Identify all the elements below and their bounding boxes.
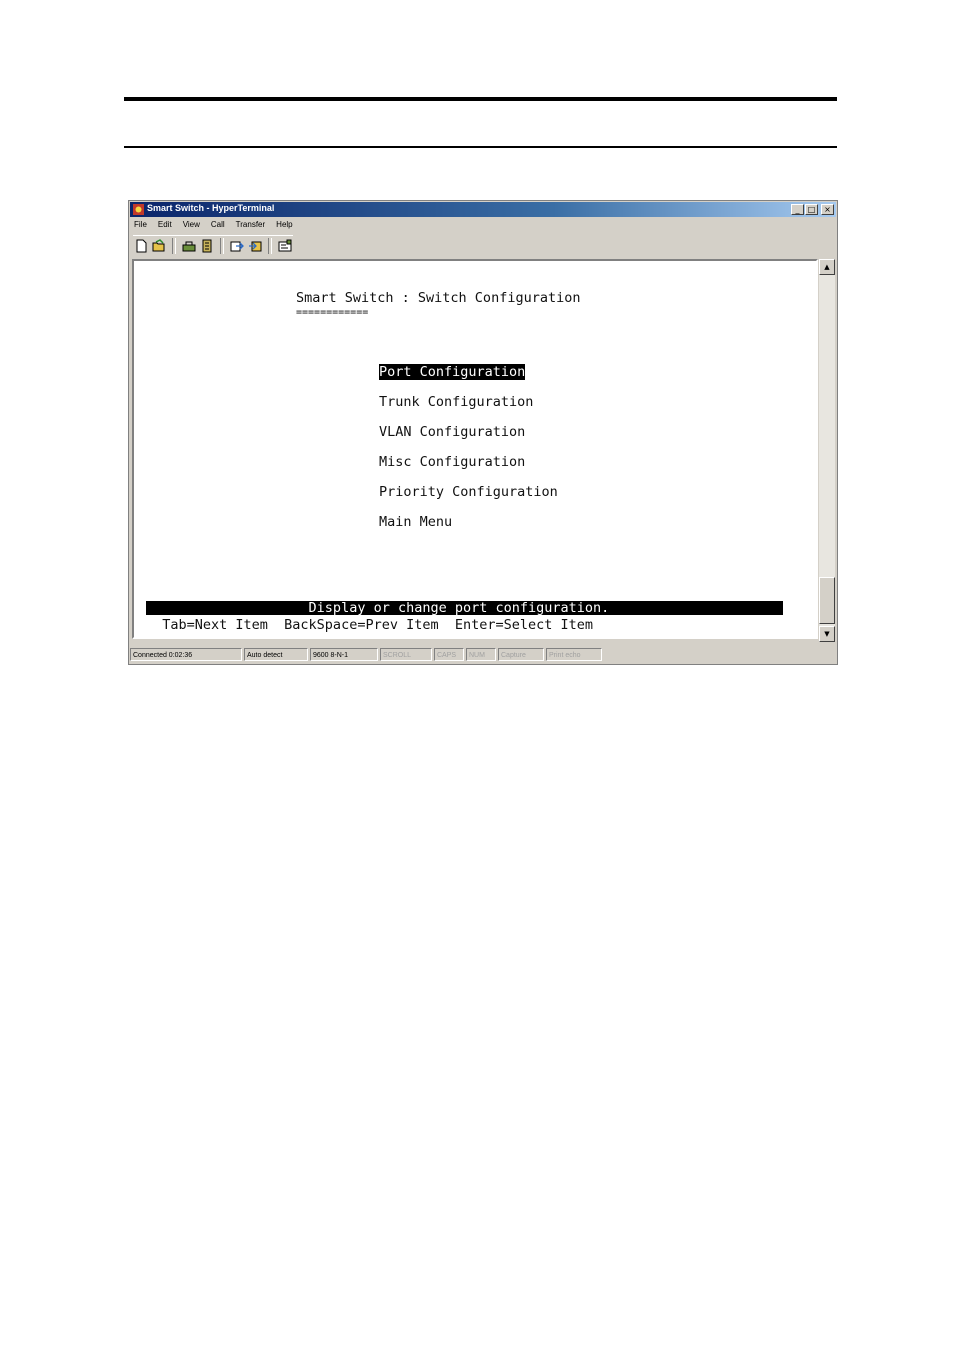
status-detect: Auto detect [244, 648, 308, 661]
new-icon [136, 239, 147, 253]
menu-view[interactable]: View [182, 219, 201, 232]
heading-underline: ============ [296, 307, 369, 318]
toolbar-separator [220, 238, 224, 254]
open-button[interactable] [151, 238, 167, 254]
scroll-up-arrow-icon[interactable]: ▲ [819, 259, 835, 275]
menu-item-main-menu[interactable]: Main Menu [379, 514, 452, 530]
new-connection-button[interactable] [133, 238, 149, 254]
menu-item-misc-configuration[interactable]: Misc Configuration [379, 454, 525, 470]
key-hints: Tab=Next Item BackSpace=Prev Item Enter=… [146, 617, 594, 633]
terminal-screen[interactable]: Smart Switch : Switch Configuration ====… [146, 265, 808, 633]
close-button[interactable]: × [821, 204, 834, 215]
menu-transfer[interactable]: Transfer [235, 219, 267, 232]
status-caps: CAPS [434, 648, 464, 661]
terminal-heading: Smart Switch : Switch Configuration [296, 290, 581, 306]
menu-call[interactable]: Call [210, 219, 226, 232]
properties-icon [278, 239, 292, 252]
connect-icon [182, 241, 196, 252]
receive-icon [249, 241, 262, 252]
hyperterminal-icon [133, 204, 144, 215]
send-button[interactable] [229, 238, 245, 254]
properties-button[interactable] [277, 238, 293, 254]
scroll-thumb[interactable] [819, 577, 835, 624]
menu-item-priority-configuration[interactable]: Priority Configuration [379, 484, 558, 500]
window-title: Smart Switch - HyperTerminal [147, 203, 275, 213]
menu-item-trunk-configuration[interactable]: Trunk Configuration [379, 394, 533, 410]
menu-bar: File Edit View Call Transfer Help [133, 219, 294, 232]
terminal-frame: Smart Switch : Switch Configuration ====… [132, 259, 818, 639]
toolbar [133, 235, 293, 256]
disconnect-icon [202, 239, 212, 253]
scroll-down-arrow-icon[interactable]: ▼ [819, 626, 835, 642]
menu-item-port-configuration[interactable]: Port Configuration [379, 364, 526, 380]
menu-help[interactable]: Help [275, 219, 293, 232]
status-connected: Connected 0:02:36 [130, 648, 242, 661]
status-capture: Capture [498, 648, 544, 661]
disconnect-button[interactable] [199, 238, 215, 254]
top-rule [124, 97, 837, 101]
hyperterminal-window: Smart Switch - HyperTerminal _ □ × File … [128, 200, 838, 665]
receive-button[interactable] [247, 238, 263, 254]
status-print-echo: Print echo [546, 648, 602, 661]
send-icon [230, 241, 244, 252]
connect-button[interactable] [181, 238, 197, 254]
bottom-rule [124, 146, 837, 148]
status-num: NUM [466, 648, 496, 661]
menu-item-vlan-configuration[interactable]: VLAN Configuration [379, 424, 525, 440]
vertical-scrollbar[interactable]: ▲ ▼ [819, 259, 835, 642]
status-scroll: SCROLL [380, 648, 432, 661]
status-settings: 9600 8-N-1 [310, 648, 378, 661]
open-icon [152, 239, 165, 252]
menu-edit[interactable]: Edit [157, 219, 173, 232]
toolbar-separator [268, 238, 272, 254]
toolbar-separator [172, 238, 176, 254]
status-bar: Connected 0:02:36 Auto detect 9600 8-N-1… [130, 646, 836, 663]
minimize-button[interactable]: _ [791, 204, 804, 215]
title-bar[interactable]: Smart Switch - HyperTerminal _ □ × [130, 202, 836, 217]
maximize-button[interactable]: □ [805, 204, 818, 215]
help-text-bar: Display or change port configuration. [146, 601, 783, 615]
menu-file[interactable]: File [133, 219, 148, 232]
